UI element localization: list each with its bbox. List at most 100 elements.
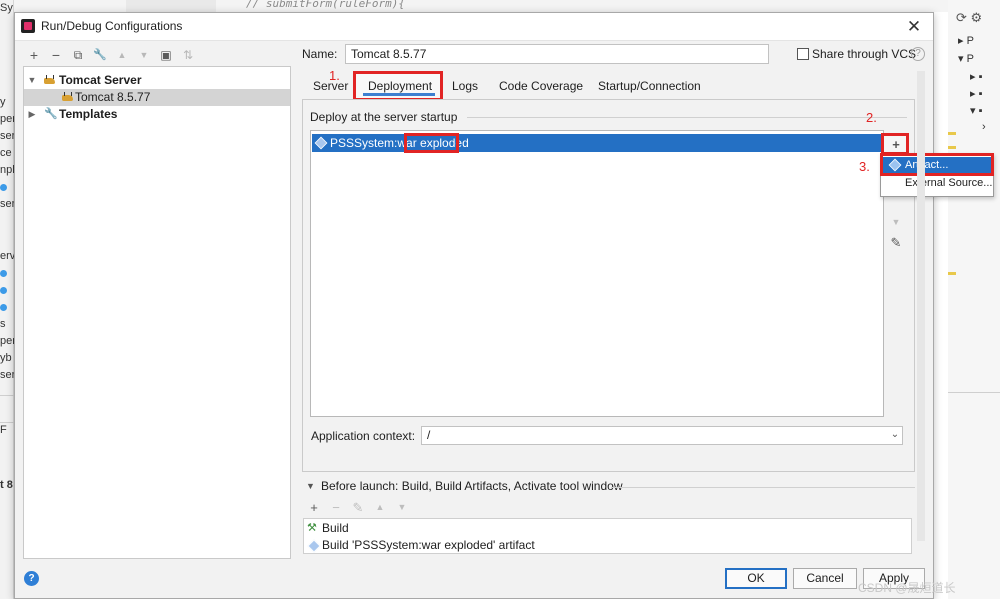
add-task-button[interactable]: +	[305, 500, 323, 515]
ide-fragment	[0, 284, 14, 296]
chevron-down-icon[interactable]: ▼	[27, 72, 37, 89]
ide-fragment: y	[0, 96, 6, 108]
ide-fragment: per	[0, 113, 14, 125]
class-dot-icon	[0, 286, 7, 294]
sync-icon[interactable]: ⟳ ⚙	[956, 10, 1000, 30]
ide-fragment: ce	[0, 147, 12, 159]
share-vcs-checkbox[interactable]	[797, 48, 809, 60]
ide-divider	[948, 392, 1000, 393]
project-tree-line: ▸ ▪	[970, 88, 983, 100]
deploy-section-label: Deploy at the server startup	[310, 110, 458, 124]
share-vcs-label[interactable]: Share through VCS	[812, 47, 916, 61]
ide-fragment: ser	[0, 130, 14, 142]
sort-button[interactable]: ⇅	[179, 46, 197, 64]
new-folder-button[interactable]: ▣	[157, 46, 175, 64]
class-dot-icon	[0, 183, 7, 191]
project-tree-line: ›	[982, 121, 986, 133]
tab-logs[interactable]: Logs	[452, 75, 478, 97]
project-tree-line: ▸ ▪	[970, 71, 983, 83]
popup-item-external-source[interactable]: External Source...	[883, 175, 992, 192]
before-launch-label[interactable]: Before launch: Build, Build Artifacts, A…	[321, 479, 623, 493]
task-label: Build 'PSSSystem:war exploded' artifact	[322, 538, 535, 552]
list-item[interactable]: ⚒ Build	[304, 520, 911, 537]
intellij-app-icon	[21, 19, 35, 33]
ide-divider	[0, 395, 14, 396]
exploded-highlight-box	[404, 133, 459, 153]
annotation-3: 3.	[859, 159, 870, 174]
class-dot-icon	[0, 269, 7, 277]
change-marker	[948, 146, 956, 149]
list-item[interactable]: Build 'PSSSystem:war exploded' artifact	[304, 537, 911, 554]
add-artifact-button[interactable]: +	[886, 136, 906, 154]
close-button[interactable]: ✕	[903, 16, 925, 38]
move-up-button[interactable]: ▲	[371, 502, 389, 512]
ide-right-panel: ⟳ ⚙ ▸ P ▾ P ▸ ▪ ▸ ▪ ▾ ▪ ›	[948, 0, 1000, 599]
artifact-icon	[307, 539, 321, 553]
ide-fragment: ervl	[0, 250, 14, 262]
move-down-button[interactable]: ▼	[135, 46, 153, 64]
remove-task-button[interactable]: −	[327, 500, 345, 515]
before-launch-list: ⚒ Build Build 'PSSSystem:war exploded' a…	[303, 518, 912, 554]
project-tree-line: ▾ P	[958, 53, 974, 65]
ide-fragment	[0, 267, 14, 279]
dialog-title: Run/Debug Configurations	[41, 19, 183, 33]
edit-task-button[interactable]: ✎	[349, 500, 367, 516]
ide-fragment: per	[0, 335, 14, 347]
ide-fragment: npl	[0, 164, 14, 176]
ide-fragment: Sy	[0, 2, 13, 14]
ide-fragment	[0, 181, 14, 193]
ide-left-strip: Sy y per ser ce npl ser ervl s per yb se…	[0, 0, 14, 599]
config-tree: ▼ Tomcat Server Tomcat 8.5.77 ▶ 🔧 Templa…	[23, 66, 291, 559]
ide-fragment: ser	[0, 198, 14, 210]
chevron-down-icon[interactable]: ▼	[306, 481, 315, 491]
app-context-label: Application context:	[311, 429, 416, 443]
wrench-icon: 🔧	[44, 108, 58, 120]
tree-item-label: Tomcat Server	[59, 73, 142, 87]
vertical-scrollbar[interactable]	[917, 71, 925, 541]
list-item[interactable]: PSSSystem:war exploded	[312, 134, 882, 152]
deploy-artifact-list[interactable]: PSSSystem:war exploded	[310, 130, 884, 417]
chevron-down-icon[interactable]: ⌄	[889, 427, 901, 443]
tree-item-templates[interactable]: ▶ 🔧 Templates	[24, 106, 290, 123]
edit-defaults-wrench-icon[interactable]: 🔧	[91, 46, 109, 64]
chevron-right-icon[interactable]: ▶	[27, 106, 37, 123]
add-config-button[interactable]: +	[25, 46, 43, 64]
app-context-field[interactable]: /	[421, 426, 903, 445]
tomcat-icon	[61, 92, 74, 103]
name-field[interactable]: Tomcat 8.5.77	[345, 44, 769, 64]
move-down-button[interactable]: ▼	[886, 213, 906, 231]
hammer-icon: ⚒	[307, 522, 317, 534]
help-button[interactable]: ?	[24, 571, 39, 586]
ide-fragment	[0, 301, 14, 313]
tree-item-tomcat-server[interactable]: ▼ Tomcat Server	[24, 72, 290, 89]
ide-fragment: t 8	[0, 479, 13, 491]
tab-active-indicator	[363, 93, 435, 96]
remove-config-button[interactable]: −	[47, 46, 65, 64]
tab-server[interactable]: Server	[313, 75, 348, 97]
copy-config-button[interactable]: ⧉	[69, 46, 87, 64]
help-icon[interactable]: ?	[911, 47, 925, 61]
tree-item-tomcat-8-5-77[interactable]: Tomcat 8.5.77	[24, 89, 290, 106]
edit-pencil-icon[interactable]: ✎	[886, 234, 906, 252]
project-tree-line: ▾ ▪	[970, 105, 983, 117]
tree-item-label: Templates	[59, 107, 118, 121]
cancel-button[interactable]: Cancel	[793, 568, 857, 589]
tab-startup-connection[interactable]: Startup/Connection	[598, 75, 701, 97]
artifact-icon	[314, 136, 328, 150]
tab-code-coverage[interactable]: Code Coverage	[499, 75, 583, 97]
ide-fragment: F	[0, 424, 7, 436]
section-divider	[467, 117, 907, 118]
ide-divider	[0, 422, 14, 423]
move-down-button[interactable]: ▼	[393, 502, 411, 512]
editor-gutter	[126, 0, 216, 12]
project-tree-line: ▸ P	[958, 35, 974, 47]
ide-fragment: ser	[0, 369, 14, 381]
run-debug-dialog: Run/Debug Configurations ✕ + − ⧉ 🔧 ▲ ▼ ▣…	[14, 12, 994, 599]
csdn-watermark: CSDN @晟烜道长	[858, 581, 956, 595]
artifact-highlight-box	[880, 153, 994, 176]
move-up-button[interactable]: ▲	[113, 46, 131, 64]
name-label: Name:	[302, 47, 338, 61]
ok-button[interactable]: OK	[725, 568, 787, 589]
section-divider	[611, 487, 915, 488]
editor-code-line: // submitForm(ruleForm){	[246, 0, 405, 10]
